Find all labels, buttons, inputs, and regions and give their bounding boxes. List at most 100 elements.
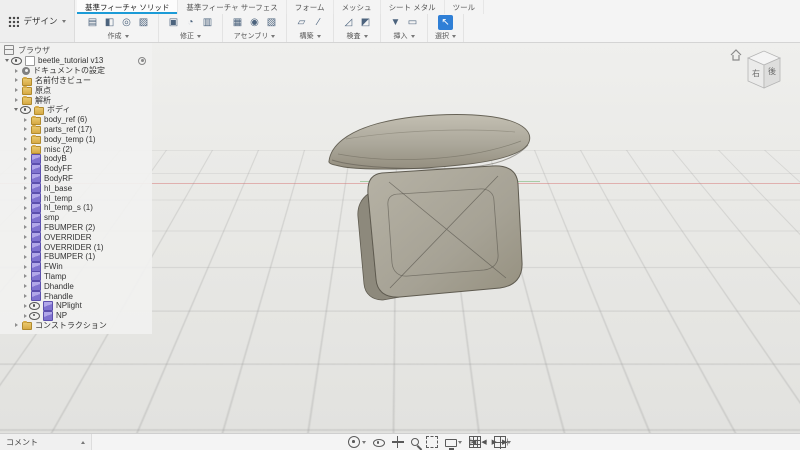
sweep-icon[interactable]: ▨ bbox=[136, 15, 151, 30]
expand-arrow-icon[interactable] bbox=[12, 69, 20, 73]
cube-face-right-label[interactable]: 右 bbox=[752, 68, 760, 78]
select-icon[interactable]: ↖ bbox=[438, 15, 453, 30]
tree-item-body-ref-6[interactable]: body_ref (6) bbox=[0, 115, 152, 125]
visibility-eye-icon[interactable] bbox=[11, 56, 22, 65]
expand-arrow-icon[interactable] bbox=[21, 235, 29, 239]
cube-face-back-label[interactable]: 後 bbox=[768, 66, 776, 76]
construct-axis-icon[interactable]: ∕ bbox=[311, 15, 326, 30]
workspace-design-menu[interactable]: デザイン bbox=[0, 0, 75, 42]
expand-arrow-icon[interactable] bbox=[12, 98, 20, 102]
new-body-icon[interactable]: ▤ bbox=[85, 15, 100, 30]
tree-item-dhandle[interactable]: Dhandle bbox=[0, 281, 152, 292]
tree-item-misc-2[interactable]: misc (2) bbox=[0, 144, 152, 155]
tree-item-ボディ[interactable]: ボディ bbox=[0, 105, 152, 115]
insert-mesh-icon[interactable]: ▼ bbox=[388, 15, 403, 30]
shell-icon[interactable]: ▥ bbox=[200, 15, 215, 30]
zoom-icon[interactable] bbox=[410, 438, 419, 446]
browser-header[interactable]: ブラウザ bbox=[0, 44, 152, 56]
tree-item-overrider[interactable]: OVERRIDER bbox=[0, 232, 152, 243]
visibility-eye-icon[interactable] bbox=[20, 105, 31, 114]
expand-arrow-icon[interactable] bbox=[21, 127, 29, 131]
group-dropdown-アセンブリ[interactable]: アセンブリ bbox=[234, 31, 276, 41]
expand-arrow-icon[interactable] bbox=[21, 255, 29, 259]
tree-item-fbumper-1[interactable]: FBUMPER (1) bbox=[0, 251, 152, 262]
expand-arrow-icon[interactable] bbox=[21, 167, 29, 171]
expand-arrow-icon[interactable] bbox=[21, 147, 29, 151]
expand-arrow-icon[interactable] bbox=[12, 78, 20, 82]
expand-arrow-icon[interactable] bbox=[21, 294, 29, 298]
expand-arrow-icon[interactable] bbox=[21, 225, 29, 229]
expand-arrow-icon[interactable] bbox=[12, 108, 20, 111]
expand-arrow-icon[interactable] bbox=[21, 274, 29, 278]
construct-plane-icon[interactable]: ▱ bbox=[294, 15, 309, 30]
step-back-button[interactable]: ◀ bbox=[481, 439, 486, 446]
expand-arrow-icon[interactable] bbox=[21, 304, 29, 308]
tree-item-smp[interactable]: smp bbox=[0, 212, 152, 223]
fillet-icon[interactable]: ◔ bbox=[183, 15, 198, 30]
group-dropdown-選択[interactable]: 選択 bbox=[435, 31, 456, 41]
play-button[interactable]: ▶ bbox=[492, 439, 497, 446]
press-pull-icon[interactable]: ▣ bbox=[166, 15, 181, 30]
expand-arrow-icon[interactable] bbox=[21, 314, 29, 318]
viewport-3d[interactable]: 右 後 ブラウザ beetle_tutorial v13 ドキュメントの設定 名前付… bbox=[0, 42, 800, 434]
extrude-icon[interactable]: ◧ bbox=[102, 15, 117, 30]
tree-item-bodyb[interactable]: bodyB bbox=[0, 153, 152, 164]
ribbon-tab-シート-メタル[interactable]: シート メタル bbox=[381, 0, 445, 14]
tree-item-tlamp[interactable]: Tlamp bbox=[0, 271, 152, 282]
expand-arrow-icon[interactable] bbox=[12, 323, 20, 327]
expand-arrow-icon[interactable] bbox=[21, 206, 29, 210]
step-forward-button[interactable]: ▶| bbox=[502, 439, 508, 446]
go-to-start-button[interactable]: |◀ bbox=[470, 439, 476, 446]
new-component-icon[interactable]: ▦ bbox=[230, 15, 245, 30]
expand-arrow-icon[interactable] bbox=[21, 196, 29, 200]
tree-item-fbumper-2[interactable]: FBUMPER (2) bbox=[0, 222, 152, 233]
expand-arrow-icon[interactable] bbox=[21, 245, 29, 249]
tree-item-hl-temp[interactable]: hl_temp bbox=[0, 193, 152, 204]
expand-arrow-icon[interactable] bbox=[21, 118, 29, 122]
group-dropdown-挿入[interactable]: 挿入 bbox=[394, 31, 415, 41]
orbit-icon[interactable] bbox=[348, 436, 366, 448]
tree-item-fhandle[interactable]: Fhandle bbox=[0, 291, 152, 302]
ribbon-tab-基準フィーチャ-ソリッド[interactable]: 基準フィーチャ ソリッド bbox=[77, 0, 179, 14]
visibility-eye-icon[interactable] bbox=[29, 311, 40, 320]
expand-arrow-icon[interactable] bbox=[21, 216, 29, 220]
expand-arrow-icon[interactable] bbox=[3, 59, 11, 62]
group-dropdown-修正[interactable]: 修正 bbox=[180, 31, 201, 41]
ribbon-tab-ツール[interactable]: ツール bbox=[445, 0, 485, 14]
tree-item-bodyff[interactable]: BodyFF bbox=[0, 163, 152, 174]
tree-item-コンストラクション[interactable]: コンストラクション bbox=[0, 321, 152, 331]
expand-arrow-icon[interactable] bbox=[21, 137, 29, 141]
revolve-icon[interactable]: ◎ bbox=[119, 15, 134, 30]
tree-item-fwin[interactable]: FWin bbox=[0, 261, 152, 272]
fit-icon[interactable] bbox=[425, 436, 438, 448]
expand-arrow-icon[interactable] bbox=[21, 186, 29, 190]
ribbon-tab-フォーム[interactable]: フォーム bbox=[287, 0, 334, 14]
view-cube-faces[interactable]: 右 後 bbox=[747, 50, 781, 89]
display-settings-icon[interactable] bbox=[444, 438, 462, 450]
ribbon-tab-基準フィーチャ-サーフェス[interactable]: 基準フィーチャ サーフェス bbox=[178, 0, 287, 14]
rigid-group-icon[interactable]: ▧ bbox=[264, 15, 279, 30]
tree-item-解析[interactable]: 解析 bbox=[0, 95, 152, 106]
expand-arrow-icon[interactable] bbox=[12, 88, 20, 92]
view-cube[interactable]: 右 後 bbox=[728, 46, 792, 102]
expand-arrow-icon[interactable] bbox=[21, 157, 29, 161]
tree-item-bodyrf[interactable]: BodyRF bbox=[0, 173, 152, 184]
home-icon[interactable] bbox=[730, 49, 742, 61]
look-at-icon[interactable] bbox=[372, 437, 385, 447]
measure-icon[interactable]: ◿ bbox=[341, 15, 356, 30]
tree-item-nplight[interactable]: NPlight bbox=[0, 300, 152, 311]
decal-icon[interactable]: ▭ bbox=[405, 15, 420, 30]
expand-arrow-icon[interactable] bbox=[21, 284, 29, 288]
expand-arrow-icon[interactable] bbox=[21, 176, 29, 180]
tree-item-parts-ref-17[interactable]: parts_ref (17) bbox=[0, 125, 152, 135]
expand-arrow-icon[interactable] bbox=[21, 265, 29, 269]
tree-item-hl-base[interactable]: hl_base bbox=[0, 183, 152, 194]
group-dropdown-検査[interactable]: 検査 bbox=[347, 31, 368, 41]
comments-panel-toggle[interactable]: コメント bbox=[0, 434, 92, 450]
tree-item-hl-temp-s-1[interactable]: hl_temp_s (1) bbox=[0, 202, 152, 213]
section-analysis-icon[interactable]: ◩ bbox=[358, 15, 373, 30]
tree-item-名前付きビュー[interactable]: 名前付きビュー bbox=[0, 76, 152, 86]
visibility-eye-icon[interactable] bbox=[29, 301, 40, 310]
tree-item-overrider-1[interactable]: OVERRIDER (1) bbox=[0, 242, 152, 253]
joint-icon[interactable]: ◉ bbox=[247, 15, 262, 30]
